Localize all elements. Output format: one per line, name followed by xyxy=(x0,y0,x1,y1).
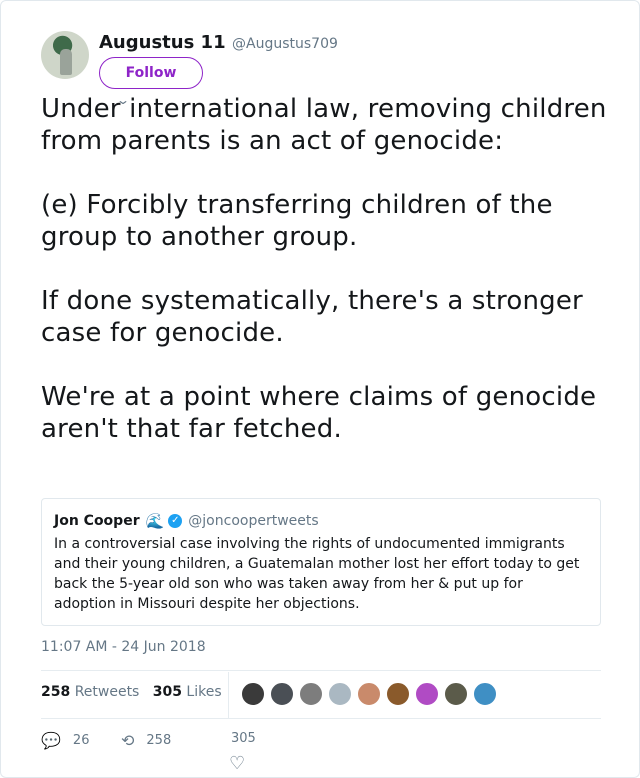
liker-avatar[interactable] xyxy=(299,682,323,706)
divider-bottom xyxy=(41,718,601,719)
liker-avatar[interactable] xyxy=(444,682,468,706)
liker-avatar[interactable] xyxy=(270,682,294,706)
tweet-card: Augustus 11 @Augustus709 Follow ⌄ Under … xyxy=(0,0,640,778)
wave-emoji-icon: 🌊 xyxy=(145,512,165,530)
liker-avatars xyxy=(241,682,502,706)
author-handle[interactable]: @Augustus709 xyxy=(232,36,338,52)
quoted-tweet-header: Jon Cooper 🌊 ✓ @joncoopertweets xyxy=(54,511,588,531)
reply-count: 26 xyxy=(72,733,90,748)
retweets-label: Retweets xyxy=(74,684,140,700)
verified-badge-icon: ✓ xyxy=(168,514,183,528)
liker-avatar[interactable] xyxy=(357,682,381,706)
quoted-tweet[interactable]: Jon Cooper 🌊 ✓ @joncoopertweets In a con… xyxy=(41,498,601,626)
retweets-count: 258 xyxy=(41,684,71,700)
author-avatar[interactable] xyxy=(41,31,89,79)
liker-avatar[interactable] xyxy=(386,682,410,706)
reply-icon: 💬 xyxy=(41,731,61,750)
stats-separator xyxy=(228,672,229,718)
likes-stat[interactable]: 305 Likes xyxy=(153,684,222,700)
retweet-count: 258 xyxy=(146,733,172,748)
author-name[interactable]: Augustus 11 xyxy=(99,32,226,53)
heart-icon[interactable]: ♡ xyxy=(229,753,245,774)
liker-avatar[interactable] xyxy=(473,682,497,706)
retweet-button[interactable]: ⟲ 258 xyxy=(121,731,171,750)
tweet-text: Under international law, removing childr… xyxy=(41,94,607,444)
liker-avatar[interactable] xyxy=(415,682,439,706)
follow-button[interactable]: Follow xyxy=(99,57,203,89)
divider-top xyxy=(41,670,601,671)
quoted-tweet-text: In a controversial case involving the ri… xyxy=(54,536,580,612)
like-count: 305 xyxy=(231,731,256,746)
like-count-label[interactable]: 305 xyxy=(231,731,256,746)
reply-button[interactable]: 💬 26 xyxy=(41,731,89,750)
quoted-author-name: Jon Cooper xyxy=(54,513,140,529)
retweets-stat[interactable]: 258 Retweets xyxy=(41,684,139,700)
likes-count: 305 xyxy=(152,684,182,700)
liker-avatar[interactable] xyxy=(328,682,352,706)
likes-label: Likes xyxy=(186,684,222,700)
tweet-stats: 258 Retweets 305 Likes xyxy=(41,684,222,700)
quoted-author-handle: @joncoopertweets xyxy=(188,513,319,529)
liker-avatar[interactable] xyxy=(241,682,265,706)
retweet-icon: ⟲ xyxy=(121,731,135,750)
tweet-timestamp[interactable]: 11:07 AM - 24 Jun 2018 xyxy=(41,639,206,655)
